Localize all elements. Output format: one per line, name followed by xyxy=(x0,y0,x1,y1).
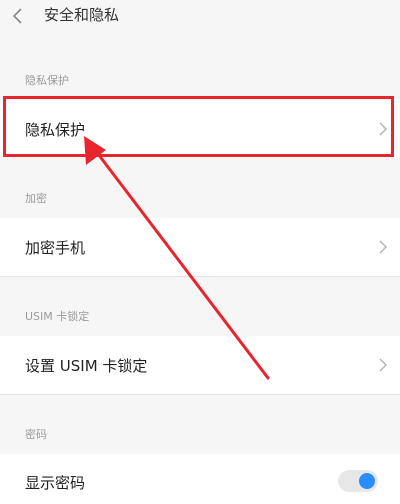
show-password-toggle[interactable] xyxy=(338,470,378,492)
chevron-right-icon xyxy=(379,122,388,136)
chevron-right-icon xyxy=(379,240,388,254)
show-password-label: 显示密码 xyxy=(25,474,86,492)
encrypt-phone-item[interactable]: 加密手机 xyxy=(0,218,400,276)
usim-lock-label: 设置 USIM 卡锁定 xyxy=(25,357,148,375)
divider xyxy=(0,394,400,395)
toggle-knob xyxy=(359,473,375,489)
usim-lock-item[interactable]: 设置 USIM 卡锁定 xyxy=(0,336,400,394)
chevron-left-icon[interactable] xyxy=(8,6,28,26)
divider xyxy=(0,276,400,277)
encrypt-phone-label: 加密手机 xyxy=(25,239,86,257)
app-header: 安全和隐私 xyxy=(0,0,400,36)
section-label-password: 密码 xyxy=(25,428,47,441)
section-label-encryption: 加密 xyxy=(25,192,47,205)
privacy-protection-label: 隐私保护 xyxy=(25,121,86,139)
section-label-usim: USIM 卡锁定 xyxy=(25,310,90,323)
section-label-privacy: 隐私保护 xyxy=(25,74,69,87)
privacy-protection-item[interactable]: 隐私保护 xyxy=(0,100,400,158)
chevron-right-icon xyxy=(379,358,388,372)
page-title: 安全和隐私 xyxy=(44,6,120,24)
